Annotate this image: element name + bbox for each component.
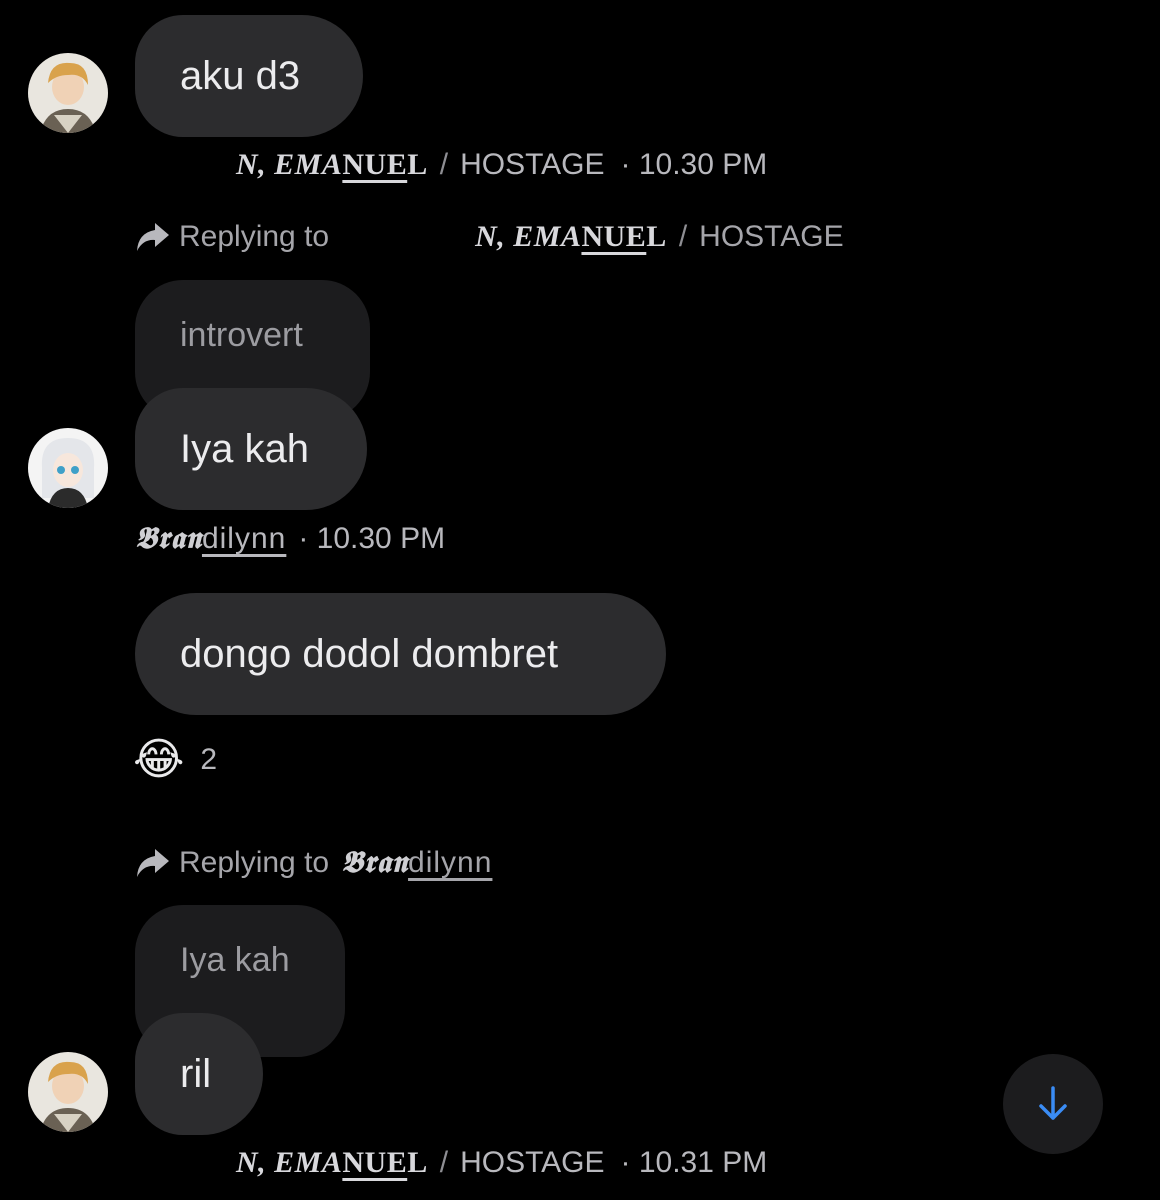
reply-arrow-icon [137,223,169,251]
message-bubble[interactable]: dongo dodol dombret [135,593,666,715]
quoted-text: Iya kah [180,941,290,979]
sender-name[interactable]: 𝕭𝖗𝖆𝖓dilynn [135,521,286,556]
scroll-to-bottom-button[interactable] [1003,1054,1103,1154]
timestamp: · 10.30 PM [620,148,768,181]
avatar-image [28,53,108,133]
timestamp: · 10.31 PM [620,1146,768,1179]
avatar[interactable] [28,53,108,133]
laughing-emoji-icon: 😂 [133,735,185,784]
message-bubble[interactable]: aku d3 [135,15,363,137]
message-meta: N, EMANUEL / HOSTAGE · 10.30 PM [236,148,768,182]
avatar[interactable] [28,428,108,508]
reply-target-name: N, EMANUEL [475,220,667,253]
reaction-count: 2 [200,743,218,776]
message-text: ril [180,1052,212,1096]
message-meta: 𝕭𝖗𝖆𝖓dilynn · 10.30 PM [135,521,445,556]
avatar-image [28,428,108,508]
reaction-chip[interactable]: 😂 2 [133,738,217,782]
reply-target-name: 𝕭𝖗𝖆𝖓dilynn [341,845,493,880]
sender-name[interactable]: N, EMANUEL [236,148,428,182]
message-bubble[interactable]: Iya kah [135,388,367,510]
timestamp: · 10.30 PM [298,522,446,555]
message-text: aku d3 [180,54,301,98]
avatar[interactable] [28,1052,108,1132]
reply-indicator[interactable]: Replying to 𝕭𝖗𝖆𝖓dilynn [135,845,492,880]
reply-arrow-icon [137,848,169,877]
avatar-image [28,1052,108,1132]
message-text: Iya kah [180,427,309,471]
arrow-down-icon [1039,1086,1067,1120]
message-bubble[interactable]: ril [135,1013,263,1135]
sender-name[interactable]: N, EMANUEL [236,1146,428,1180]
quoted-text: introvert [180,316,303,354]
message-text: dongo dodol dombret [180,632,559,676]
reply-indicator[interactable]: Replying to N, EMANUEL / HOSTAGE [135,220,844,254]
message-meta: N, EMANUEL / HOSTAGE · 10.31 PM [236,1146,768,1180]
